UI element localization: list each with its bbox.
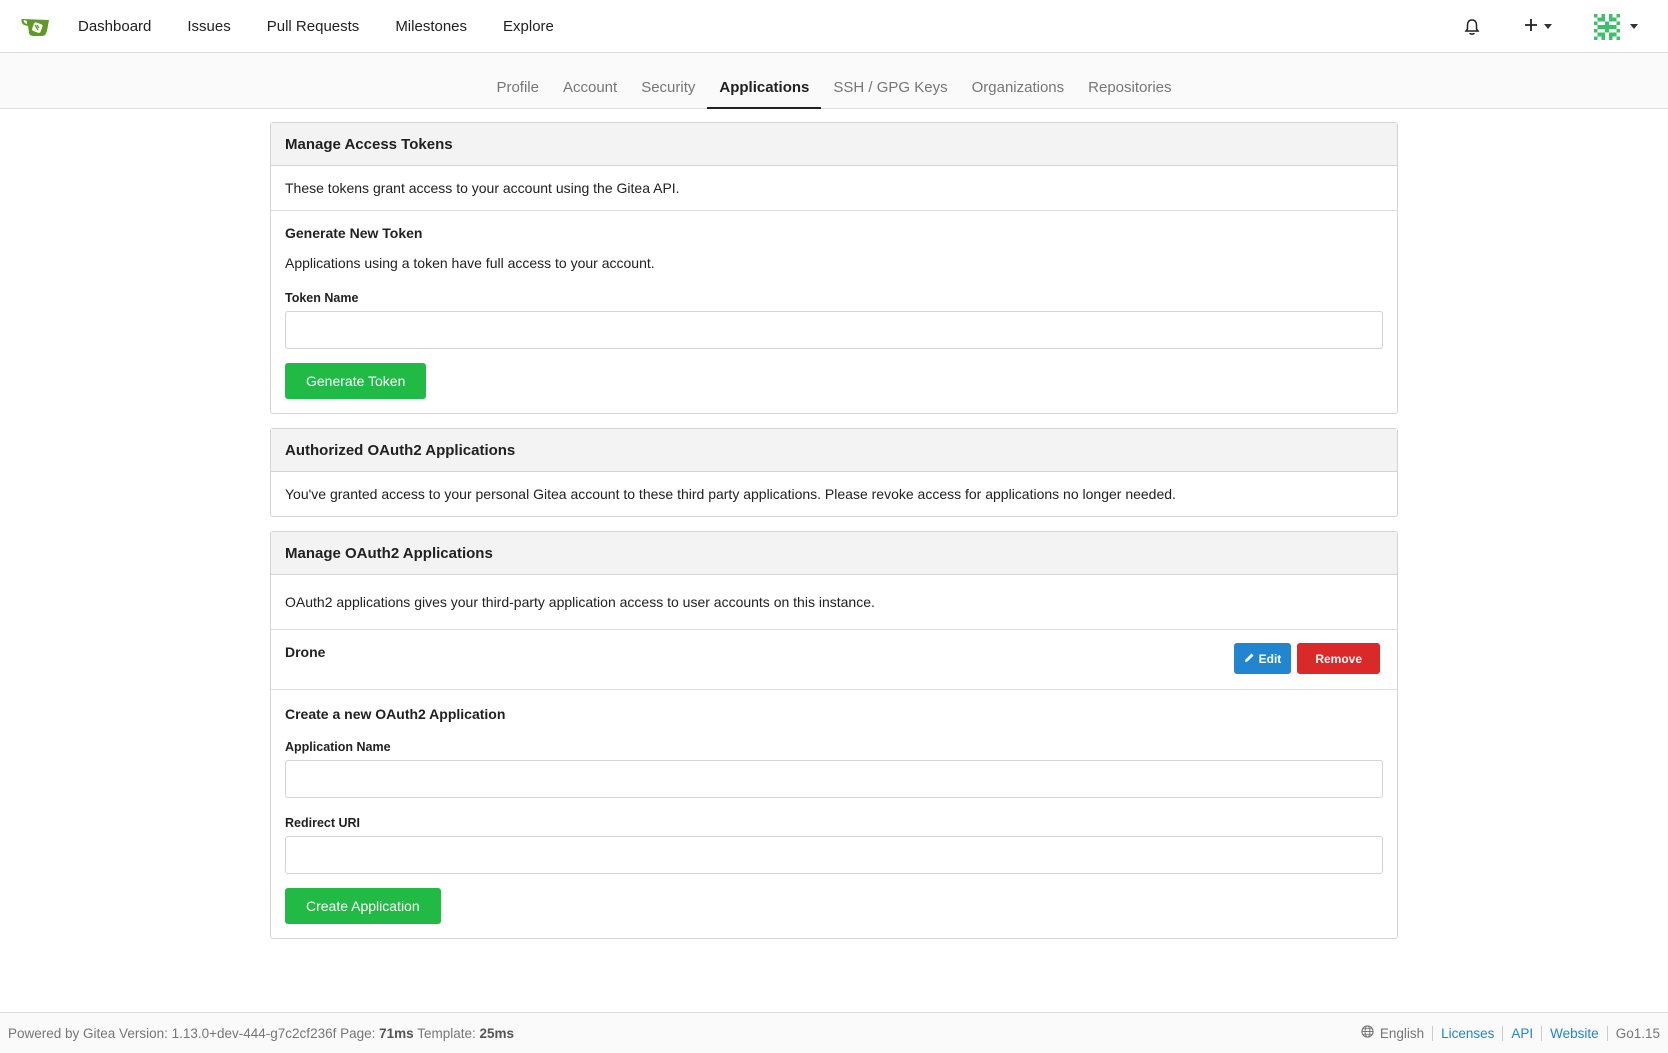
oauth2-app-name: Drone — [285, 644, 326, 660]
manage-oauth2-description: OAuth2 applications gives your third-par… — [271, 575, 1397, 630]
go-version: Go1.15 — [1606, 1025, 1660, 1041]
create-application-button[interactable]: Create Application — [285, 888, 441, 924]
create-oauth2-title: Create a new OAuth2 Application — [285, 706, 506, 722]
token-name-label: Token Name — [285, 291, 359, 305]
authorized-oauth2-section: Authorized OAuth2 Applications You've gr… — [270, 428, 1398, 517]
generate-token-title: Generate New Token — [285, 225, 423, 241]
licenses-link[interactable]: Licenses — [1432, 1025, 1502, 1041]
generate-token-description: Applications using a token have full acc… — [285, 255, 655, 271]
settings-tabs: Profile Account Security Applications SS… — [0, 53, 1668, 109]
list-item: Drone Edit Remove — [271, 630, 1397, 690]
remove-button[interactable]: Remove — [1297, 643, 1380, 674]
main-content: Manage Access Tokens These tokens grant … — [270, 122, 1398, 953]
application-name-input[interactable] — [285, 760, 1383, 798]
template-label: Template: — [417, 1025, 476, 1041]
footer: Powered by Gitea Version: 1.13.0+dev-444… — [0, 1012, 1668, 1053]
language-selector[interactable]: English — [1361, 1025, 1432, 1041]
chevron-down-icon — [1544, 24, 1552, 29]
tab-account[interactable]: Account — [551, 53, 629, 109]
edit-label: Edit — [1258, 651, 1282, 666]
token-name-input[interactable] — [285, 311, 1383, 349]
manage-oauth2-header: Manage OAuth2 Applications — [271, 532, 1397, 575]
chevron-down-icon — [1630, 24, 1638, 29]
user-menu-dropdown[interactable] — [1594, 13, 1638, 40]
access-tokens-description: These tokens grant access to your accoun… — [271, 166, 1397, 211]
generate-token-form: Generate New Token Applications using a … — [271, 211, 1397, 413]
authorized-oauth2-description: You've granted access to your personal G… — [285, 486, 1176, 502]
nav-pull-requests[interactable]: Pull Requests — [267, 18, 360, 35]
footer-version-info: Powered by Gitea Version: 1.13.0+dev-444… — [8, 1026, 514, 1041]
tab-ssh-gpg-keys[interactable]: SSH / GPG Keys — [821, 53, 959, 109]
tab-profile[interactable]: Profile — [484, 53, 551, 109]
api-link[interactable]: API — [1502, 1025, 1541, 1041]
application-name-label: Application Name — [285, 740, 391, 754]
language-label: English — [1379, 1025, 1425, 1041]
pencil-icon — [1244, 652, 1255, 666]
powered-by-text: Powered by Gitea Version: 1.13.0+dev-444… — [8, 1025, 376, 1041]
edit-button[interactable]: Edit — [1233, 643, 1292, 674]
nav-issues[interactable]: Issues — [187, 18, 230, 35]
tab-repositories[interactable]: Repositories — [1076, 53, 1183, 109]
globe-icon — [1361, 1025, 1374, 1041]
gitea-logo-icon[interactable] — [20, 11, 50, 41]
oauth2-app-actions: Edit Remove — [1233, 643, 1380, 674]
website-link[interactable]: Website — [1541, 1025, 1607, 1041]
manage-oauth2-section: Manage OAuth2 Applications OAuth2 applic… — [270, 531, 1398, 939]
access-tokens-section: Manage Access Tokens These tokens grant … — [270, 122, 1398, 414]
nav-milestones[interactable]: Milestones — [395, 18, 467, 35]
redirect-uri-label: Redirect URI — [285, 816, 361, 830]
tab-organizations[interactable]: Organizations — [960, 53, 1077, 109]
tab-security[interactable]: Security — [629, 53, 707, 109]
navbar-right — [1464, 0, 1668, 53]
nav-dashboard[interactable]: Dashboard — [78, 18, 151, 35]
create-new-dropdown[interactable] — [1524, 18, 1552, 35]
authorized-oauth2-header: Authorized OAuth2 Applications — [271, 429, 1397, 472]
redirect-uri-input[interactable] — [285, 836, 1383, 874]
tab-applications[interactable]: Applications — [707, 53, 822, 109]
access-tokens-header: Manage Access Tokens — [271, 123, 1397, 166]
top-navbar: Dashboard Issues Pull Requests Milestone… — [0, 0, 1668, 53]
page-time: 71ms — [379, 1025, 414, 1041]
plus-icon — [1524, 18, 1538, 35]
avatar — [1594, 13, 1620, 40]
notifications-bell-icon[interactable] — [1464, 18, 1480, 36]
generate-token-button[interactable]: Generate Token — [285, 363, 427, 399]
create-oauth2-form: Create a new OAuth2 Application Applicat… — [271, 690, 1397, 938]
nav-explore[interactable]: Explore — [503, 18, 554, 35]
template-time: 25ms — [479, 1025, 515, 1041]
footer-links: English Licenses API Website Go1.15 — [1361, 1025, 1660, 1041]
